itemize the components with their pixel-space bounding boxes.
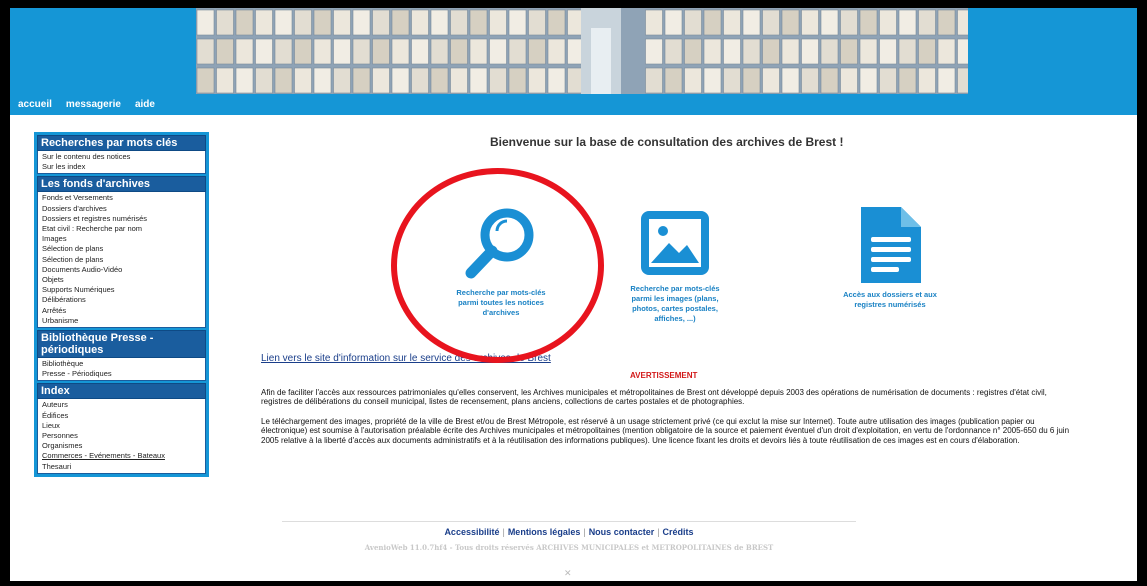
sidebar-item[interactable]: Urbanisme xyxy=(42,316,201,326)
sidebar-section-title: Bibliothèque Presse - périodiques xyxy=(37,330,206,359)
sidebar-item[interactable]: Documents Audio-Vidéo xyxy=(42,265,201,275)
nav-accueil[interactable]: accueil xyxy=(18,99,52,110)
nav-messagerie[interactable]: messagerie xyxy=(66,99,121,110)
image-icon xyxy=(641,211,709,275)
sidebar-item[interactable]: Bibliothèque xyxy=(42,359,201,369)
copyright-text: AvenioWeb 11.0.7hf4 - Tous droits réserv… xyxy=(364,543,774,552)
sidebar-section-list: Auteurs Édifices Lieux Personnes Organismes C… xyxy=(37,399,206,474)
sidebar: Recherches par mots clés Sur le contenu d… xyxy=(34,132,209,477)
warning-title: AVERTISSEMENT xyxy=(630,371,698,380)
sidebar-section-title: Recherches par mots clés xyxy=(37,135,206,151)
sidebar-section-list: Bibliothèque Presse - Périodiques xyxy=(37,358,206,382)
sidebar-item[interactable]: Dossiers d'archives xyxy=(42,204,201,214)
sidebar-item[interactable]: Délibérations xyxy=(42,295,201,305)
sidebar-item[interactable]: Presse - Périodiques xyxy=(42,369,201,379)
sidebar-item[interactable]: Sur les index xyxy=(42,162,201,172)
sidebar-item[interactable]: Images xyxy=(42,234,201,244)
footer-separator: | xyxy=(657,527,660,537)
top-nav: accueil messagerie aide xyxy=(18,99,155,110)
footer-links: Accessibilité | Mentions légales | Nous cont… xyxy=(282,527,856,537)
sidebar-item[interactable]: Organismes xyxy=(42,441,201,451)
sidebar-item[interactable]: Dossiers et registres numérisés xyxy=(42,214,201,224)
tile-image-search-line-3: photos, cartes postales, xyxy=(632,304,718,313)
sidebar-item[interactable]: Objets xyxy=(42,275,201,285)
sidebar-item[interactable]: Édifices xyxy=(42,411,201,421)
sidebar-item[interactable]: Lieux xyxy=(42,421,201,431)
sidebar-section-list: Fonds et Versements Dossiers d'archives Do… xyxy=(37,192,206,329)
sidebar-item[interactable]: Auteurs xyxy=(42,400,201,410)
sidebar-section-title: Les fonds d'archives xyxy=(37,176,206,193)
footer-separator: | xyxy=(583,527,586,537)
sidebar-item[interactable]: Sélection de plans xyxy=(42,244,201,254)
sidebar-item[interactable]: Arrêtés xyxy=(42,306,201,316)
tile-image-search-line-4: affiches, ...) xyxy=(654,314,696,323)
highlight-circle xyxy=(391,168,604,363)
footer-divider xyxy=(282,521,856,522)
nav-aide[interactable]: aide xyxy=(135,99,155,110)
usage-paragraph: Le téléchargement des images, propriété … xyxy=(261,417,1070,445)
welcome-title: Bienvenue sur la base de consultation de… xyxy=(490,135,844,149)
intro-paragraph: Afin de faciliter l'accès aux ressources… xyxy=(261,388,1047,407)
tile-image-search-line-1: Recherche par mots-clés xyxy=(630,284,720,293)
sidebar-item[interactable]: Commerces - Evénements - Bateaux xyxy=(42,451,201,461)
page-frame: accueil messagerie aide Recherches par m… xyxy=(10,8,1137,581)
footer-separator: | xyxy=(502,527,505,537)
sidebar-item[interactable]: Sélection de plans xyxy=(42,255,201,265)
sidebar-item[interactable]: Fonds et Versements xyxy=(42,193,201,203)
tools-icon: ✕ xyxy=(564,568,572,578)
sidebar-section-title: Index xyxy=(37,383,206,400)
archive-shelves-banner xyxy=(196,8,968,94)
footer-accessibility-link[interactable]: Accessibilité xyxy=(444,527,499,537)
tile-digitized-records[interactable]: Accès aux dossiers et aux registres numé… xyxy=(830,205,950,310)
footer-credits-link[interactable]: Crédits xyxy=(663,527,694,537)
tile-image-search[interactable]: Recherche par mots-clés parmi les images… xyxy=(620,207,730,324)
footer-contact-link[interactable]: Nous contacter xyxy=(589,527,655,537)
sidebar-item[interactable]: Supports Numériques xyxy=(42,285,201,295)
tile-image-search-line-2: parmi les images (plans, xyxy=(631,294,719,303)
sidebar-item[interactable]: Thesauri xyxy=(42,462,201,472)
sidebar-section-list: Sur le contenu des notices Sur les index xyxy=(37,151,206,175)
tile-digitized-records-line-2: registres numérisés xyxy=(854,300,926,309)
tile-digitized-records-line-1: Accès aux dossiers et aux xyxy=(843,290,937,299)
sidebar-item[interactable]: Sur le contenu des notices xyxy=(42,152,201,162)
sidebar-item[interactable]: Personnes xyxy=(42,431,201,441)
footer-legal-link[interactable]: Mentions légales xyxy=(508,527,581,537)
header: accueil messagerie aide xyxy=(10,8,1137,115)
sidebar-item[interactable]: Etat civil : Recherche par nom xyxy=(42,224,201,234)
document-icon xyxy=(861,207,921,283)
